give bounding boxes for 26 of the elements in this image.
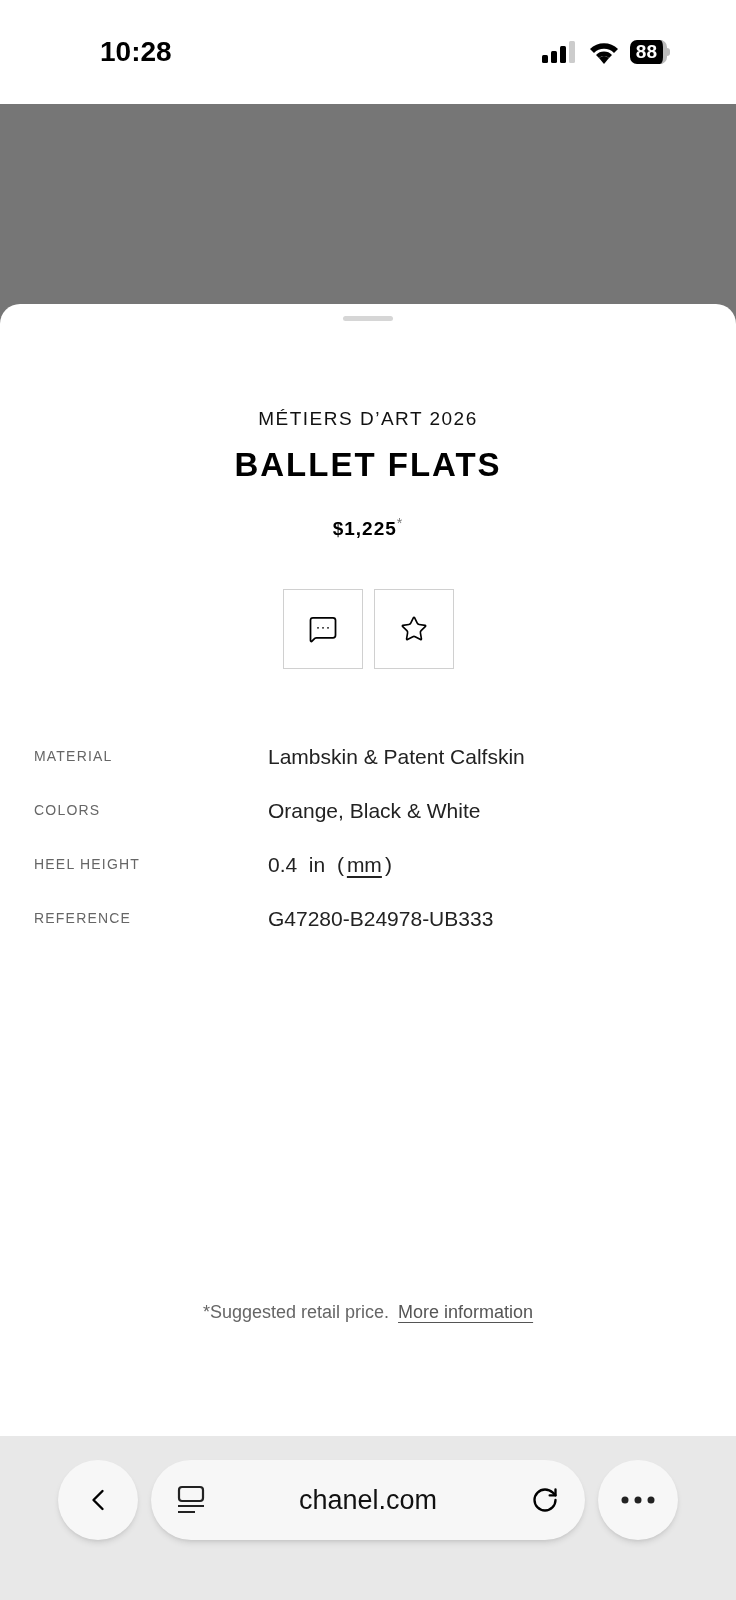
spec-label: REFERENCE [34, 909, 133, 928]
signal-icon [541, 41, 578, 63]
address-bar[interactable]: chanel.com [151, 1460, 585, 1540]
unit-link[interactable]: mm [343, 852, 385, 876]
sheet-handle[interactable] [343, 316, 393, 321]
more-icon [621, 1496, 655, 1504]
spec-label: HEEL HEIGHT [34, 855, 142, 874]
chat-button[interactable] [282, 588, 363, 669]
spec-label: COLORS [34, 801, 102, 820]
url-text: chanel.com [298, 1483, 438, 1517]
collection-name: MÉTIERS D’ART 2026 [258, 407, 478, 431]
spec-value: G47280-B24978-UB333 [268, 905, 494, 932]
reader-icon [177, 1485, 205, 1515]
reload-icon[interactable] [531, 1486, 559, 1514]
spec-value: Orange, Black & White [268, 797, 481, 824]
price-footnote: *Suggested retail price. More information [202, 1301, 534, 1324]
product-title: BALLET FLATS [234, 444, 502, 485]
product-price: $1,225$^{*}$ [332, 515, 404, 541]
star-icon [399, 614, 428, 643]
spec-value: Lambskin & Patent Calfskin [268, 743, 525, 770]
status-time: 10:28 [100, 35, 172, 69]
favorite-button[interactable] [373, 588, 454, 669]
spec-label: MATERIAL [34, 747, 114, 766]
battery-level: 88 [629, 40, 667, 64]
more-information-link[interactable]: More information [398, 1302, 534, 1322]
spec-value: 0.4 in (mm) [268, 851, 392, 878]
